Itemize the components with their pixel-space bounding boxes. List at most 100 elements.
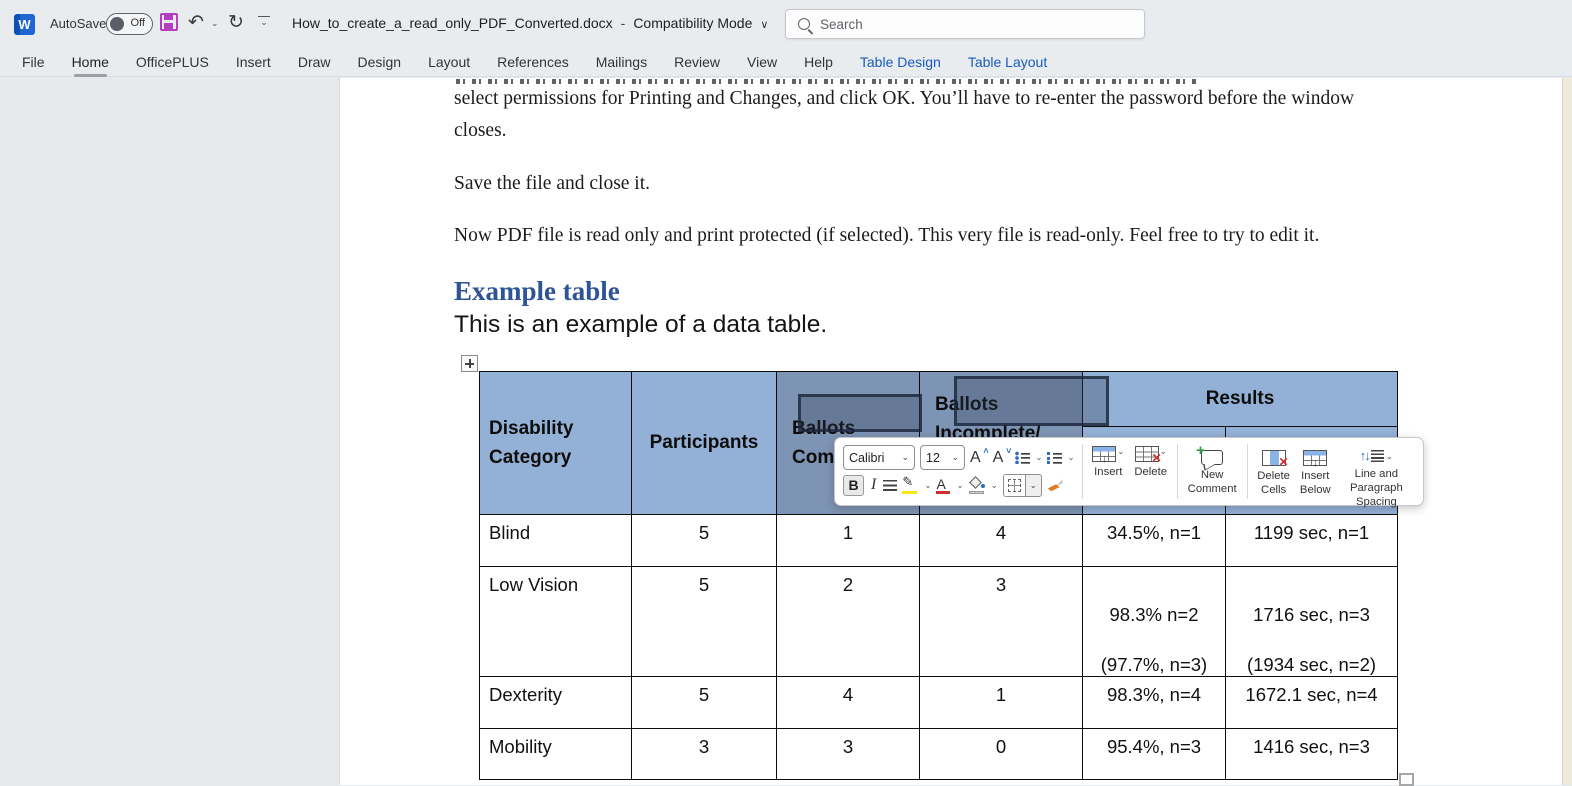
cell-category[interactable]: Mobility [479, 728, 632, 780]
body-paragraph-line: closes. [454, 120, 507, 141]
col-header-results[interactable]: Results [1081, 371, 1399, 427]
new-comment-button[interactable]: + New Comment [1183, 442, 1242, 501]
tab-mailings[interactable]: Mailings [596, 54, 647, 70]
shading-bucket-icon[interactable] [968, 476, 986, 495]
chevron-down-icon[interactable]: ⌄ [956, 480, 963, 491]
tab-review[interactable]: Review [674, 54, 720, 70]
cell-participants[interactable]: 3 [631, 728, 777, 780]
insert-below-button[interactable]: ↓ Insert Below [1295, 442, 1336, 501]
new-comment-icon: + [1196, 442, 1224, 465]
cell-completed[interactable]: 4 [776, 676, 920, 729]
bullets-icon[interactable] [1015, 451, 1031, 465]
line-spacing-button[interactable]: ↑↓ ⌄ Line and Paragraph Spacing [1336, 442, 1417, 508]
font-color-button[interactable]: A [936, 476, 951, 495]
chevron-down-icon: ⌄ [951, 452, 959, 463]
cell-time[interactable]: 1672.1 sec, n=4 [1224, 676, 1399, 729]
chevron-down-icon[interactable]: ⌄ [1035, 452, 1042, 463]
justify-icon[interactable] [883, 479, 898, 491]
tab-layout[interactable]: Layout [428, 54, 470, 70]
table-move-handle-icon[interactable] [461, 355, 478, 372]
tab-table-design[interactable]: Table Design [860, 54, 941, 70]
cell-completed[interactable]: 2 [776, 566, 920, 677]
tab-draw[interactable]: Draw [298, 54, 331, 70]
bold-button[interactable]: B [843, 474, 864, 496]
insert-below-icon: ↓ [1303, 450, 1328, 469]
search-input[interactable]: Search [785, 9, 1145, 39]
italic-button[interactable]: I [869, 476, 878, 494]
accuracy-line: 98.3% n=2 [1109, 604, 1199, 625]
col-header-disability[interactable]: Disability Category [479, 371, 632, 515]
tab-view[interactable]: View [747, 54, 777, 70]
delete-cells-button[interactable]: ✕ Delete Cells [1252, 442, 1295, 501]
tab-help[interactable]: Help [804, 54, 833, 70]
table-row: Low Vision 5 2 3 98.3% n=2 (97.7%, n=3) … [479, 566, 1399, 677]
table-row: Mobility 3 3 0 95.4%, n=3 1416 sec, n=3 [479, 728, 1399, 780]
borders-control[interactable]: ⌄ [1002, 473, 1042, 497]
autosave-state: Off [130, 17, 145, 29]
scrollbar-track[interactable] [1562, 78, 1572, 785]
title-chevron-icon[interactable]: ∨ [760, 19, 768, 31]
undo-dropdown-icon[interactable]: ⌄ [211, 18, 219, 29]
tab-file[interactable]: File [22, 54, 45, 70]
cell-category[interactable]: Low Vision [479, 566, 632, 677]
chevron-down-icon[interactable]: ⌄ [991, 480, 998, 491]
undo-icon[interactable]: ↶ [188, 11, 204, 35]
cell-accuracy[interactable]: 34.5%, n=1 [1082, 514, 1226, 567]
shrink-font-button[interactable]: A ˅ [993, 446, 1012, 467]
chevron-down-icon[interactable]: ⌄ [924, 480, 931, 491]
mini-toolbar: Calibri ⌄ 12 ⌄ A ˄ A ˅ ⌄ ⌄ B I ✎ ⌄ A ⌄ ⌄ ⌄ [834, 437, 1424, 508]
tab-officeplus[interactable]: OfficePLUS [136, 54, 209, 70]
cell-accuracy[interactable]: 98.3%, n=4 [1082, 676, 1226, 729]
delete-cells-icon: ✕ [1261, 450, 1289, 469]
table-row: Blind 5 1 4 34.5%, n=1 1199 sec, n=1 [479, 514, 1399, 567]
tab-home[interactable]: Home [72, 54, 109, 77]
toolbar-divider [1081, 444, 1083, 499]
autosave-toggle[interactable]: Off [106, 13, 153, 35]
format-painter-icon[interactable] [1047, 477, 1063, 493]
cell-completed[interactable]: 1 [776, 514, 920, 567]
table-row: Dexterity 5 4 1 98.3%, n=4 1672.1 sec, n… [479, 676, 1399, 729]
font-name-select[interactable]: Calibri ⌄ [843, 445, 915, 471]
cell-selection-rect [954, 376, 1109, 426]
delete-table-icon: ✕ [1134, 446, 1162, 465]
border-grid-icon [1003, 474, 1026, 496]
insert-button[interactable]: ↓ ⌄ Insert [1087, 442, 1129, 501]
quick-access-options-icon[interactable]: ⌄ [258, 16, 270, 28]
cell-category[interactable]: Dexterity [479, 676, 632, 729]
highlighter-icon[interactable]: ✎ [902, 474, 919, 495]
cell-participants[interactable]: 5 [631, 514, 777, 567]
redo-icon[interactable]: ↻ [228, 11, 244, 35]
cell-incomplete[interactable]: 1 [919, 676, 1083, 729]
title-bar: W AutoSave Off ↶ ⌄ ↻ ⌄ How_to_create_a_r… [0, 0, 1572, 48]
compatibility-mode-label: Compatibility Mode [633, 15, 753, 31]
chevron-down-icon[interactable]: ⌄ [1026, 475, 1041, 496]
font-size-select[interactable]: 12 ⌄ [920, 445, 965, 471]
word-app-icon[interactable]: W [14, 14, 35, 35]
cell-incomplete[interactable]: 0 [919, 728, 1083, 780]
document-page[interactable]: select permissions for Printing and Chan… [339, 78, 1562, 786]
cell-category[interactable]: Blind [479, 514, 632, 567]
tab-insert[interactable]: Insert [236, 54, 271, 70]
cell-time[interactable]: 1416 sec, n=3 [1224, 728, 1399, 780]
cell-time[interactable]: 1199 sec, n=1 [1224, 514, 1399, 567]
table-resize-handle[interactable] [1399, 773, 1414, 786]
grow-font-button[interactable]: A ˄ [970, 446, 989, 467]
col-header-participants[interactable]: Participants [631, 371, 777, 515]
delete-button[interactable]: ✕ ⌄ Delete [1129, 442, 1172, 501]
numbering-icon[interactable] [1047, 451, 1063, 465]
toggle-knob-icon [110, 16, 124, 31]
tab-references[interactable]: References [497, 54, 569, 70]
cell-incomplete[interactable]: 3 [919, 566, 1083, 677]
cell-participants[interactable]: 5 [631, 676, 777, 729]
save-icon[interactable] [160, 13, 178, 31]
cell-completed[interactable]: 3 [776, 728, 920, 780]
cell-time[interactable]: 1716 sec, n=3 (1934 sec, n=2) [1224, 566, 1399, 677]
cell-participants[interactable]: 5 [631, 566, 777, 677]
cell-accuracy[interactable]: 98.3% n=2 (97.7%, n=3) [1082, 566, 1226, 677]
cell-accuracy[interactable]: 95.4%, n=3 [1082, 728, 1226, 780]
tab-design[interactable]: Design [358, 54, 402, 70]
font-size-value: 12 [926, 450, 940, 465]
tab-table-layout[interactable]: Table Layout [968, 54, 1047, 70]
chevron-down-icon[interactable]: ⌄ [1067, 452, 1074, 463]
cell-incomplete[interactable]: 4 [919, 514, 1083, 567]
